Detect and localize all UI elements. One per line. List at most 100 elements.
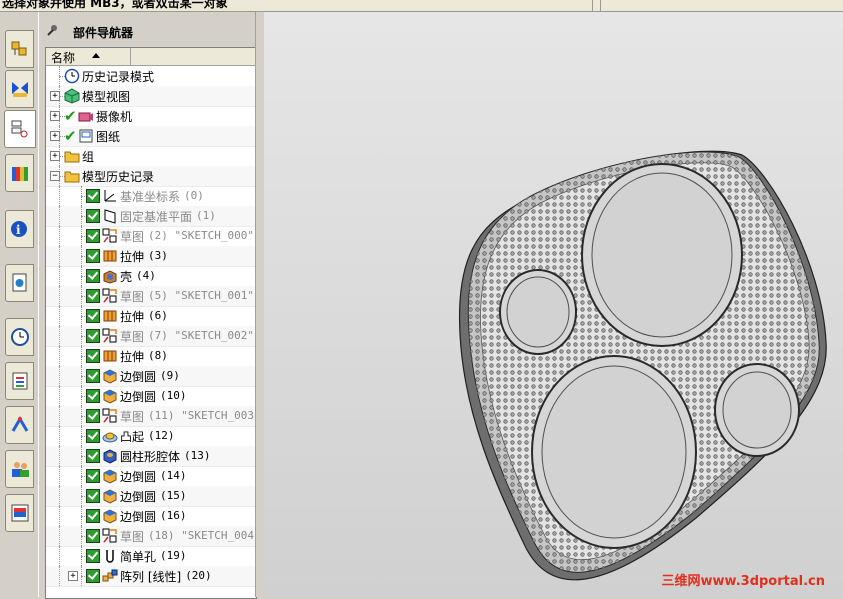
- tree-guide-line: [59, 566, 60, 586]
- suppress-checkbox[interactable]: [86, 329, 100, 343]
- tree-node[interactable]: 拉伸 (8): [46, 346, 256, 367]
- tree-node[interactable]: 凸起 (12): [46, 426, 256, 447]
- graphics-window[interactable]: 三维网www.3dportal.cn: [264, 12, 843, 597]
- part-navigator-tree[interactable]: 名称 历史记录模式 + 模型视图 + ✔ 摄像机 + ✔ 图纸 + 组 − 模型历史记录 基准坐标系 (0)…: [45, 47, 257, 599]
- tree-node[interactable]: − 模型历史记录: [46, 166, 256, 187]
- suppress-checkbox[interactable]: [86, 389, 100, 403]
- tree-node[interactable]: 历史记录模式: [46, 66, 256, 87]
- suppress-checkbox[interactable]: [86, 509, 100, 523]
- tree-node[interactable]: 固定基准平面 (1): [46, 206, 256, 227]
- suppress-checkbox[interactable]: [86, 349, 100, 363]
- roles-motion-tab[interactable]: [5, 406, 34, 444]
- tree-node[interactable]: 边倒圆 (16): [46, 506, 256, 527]
- tree-node-label: 拉伸: [120, 250, 145, 264]
- info-icon: i: [11, 221, 27, 237]
- model-view[interactable]: [264, 12, 843, 597]
- suppress-checkbox[interactable]: [86, 529, 100, 543]
- sketch-icon: [102, 228, 118, 244]
- suppress-checkbox[interactable]: [86, 309, 100, 323]
- tree-node[interactable]: 草图 (5) "SKETCH_001": [46, 286, 256, 307]
- resource-bar: i: [0, 12, 39, 597]
- suppress-checkbox[interactable]: [86, 369, 100, 383]
- tree-node-label: 草图: [120, 530, 145, 544]
- tree-node-number: (1): [196, 209, 216, 222]
- suppress-checkbox[interactable]: [86, 489, 100, 503]
- pattern-icon: [102, 568, 118, 584]
- assembly-navigator-tab[interactable]: [5, 30, 34, 68]
- process-studio-icon: [12, 372, 28, 390]
- suppress-checkbox[interactable]: [86, 449, 100, 463]
- blend-icon: [102, 388, 118, 404]
- tree-node[interactable]: 草图 (18) "SKETCH_004": [46, 526, 256, 547]
- tree-node[interactable]: 草图 (7) "SKETCH_002": [46, 326, 256, 347]
- roles-icon: [12, 462, 29, 477]
- tree-node[interactable]: 边倒圆 (9): [46, 366, 256, 387]
- tree-node[interactable]: 边倒圆 (15): [46, 486, 256, 507]
- name-column-header[interactable]: 名称: [46, 48, 131, 65]
- reuse-library-icon: [12, 167, 28, 181]
- tree-guide-line: [59, 226, 60, 246]
- watermark-prefix: 三维网: [661, 574, 701, 589]
- pin-icon[interactable]: [47, 24, 59, 36]
- part-navigator-icon: [11, 120, 28, 138]
- info-tab[interactable]: i: [5, 210, 34, 248]
- tree-node-label: 拉伸: [120, 350, 145, 364]
- tree-node[interactable]: 拉伸 (3): [46, 246, 256, 267]
- collapse-icon[interactable]: −: [50, 171, 60, 181]
- suppress-checkbox[interactable]: [86, 549, 100, 563]
- tree-node-label: 草图: [120, 410, 145, 424]
- expand-icon[interactable]: +: [50, 131, 60, 141]
- tree-node[interactable]: 草图 (2) "SKETCH_000": [46, 226, 256, 247]
- suppress-checkbox[interactable]: [86, 269, 100, 283]
- sketch-icon: [102, 528, 118, 544]
- suppress-checkbox[interactable]: [86, 289, 100, 303]
- suppress-checkbox[interactable]: [86, 249, 100, 263]
- history-tab[interactable]: [5, 318, 34, 356]
- expand-icon[interactable]: +: [68, 571, 78, 581]
- roles-tab[interactable]: [5, 450, 34, 488]
- suppress-checkbox[interactable]: [86, 429, 100, 443]
- views-icon: [64, 88, 80, 104]
- tree-node[interactable]: 草图 (11) "SKETCH_003": [46, 406, 256, 427]
- tree-node[interactable]: 简单孔 (19): [46, 546, 256, 567]
- tree-node[interactable]: 边倒圆 (10): [46, 386, 256, 407]
- expand-icon[interactable]: +: [50, 91, 60, 101]
- suppress-checkbox[interactable]: [86, 469, 100, 483]
- column-header[interactable]: 名称: [46, 48, 256, 66]
- part-navigator-tab[interactable]: [4, 110, 36, 148]
- web-browser-tab[interactable]: [5, 264, 34, 302]
- tree-node[interactable]: + 组: [46, 146, 256, 167]
- clock-icon: [64, 68, 80, 84]
- tree-node[interactable]: + 阵列 [线性] (20): [46, 566, 256, 587]
- suppress-checkbox[interactable]: [86, 409, 100, 423]
- tree-node[interactable]: 壳 (4): [46, 266, 256, 287]
- check-mark-icon: ✔: [64, 127, 77, 145]
- tree-node[interactable]: + ✔ 摄像机: [46, 106, 256, 127]
- expand-icon[interactable]: +: [50, 151, 60, 161]
- tree-node-label: 阵列 [线性]: [120, 570, 182, 584]
- system-materials-tab[interactable]: [5, 494, 34, 532]
- suppress-checkbox[interactable]: [86, 569, 100, 583]
- suppress-checkbox[interactable]: [86, 229, 100, 243]
- tree-node-label: 组: [82, 150, 95, 164]
- web-browser-icon: [12, 273, 27, 292]
- tree-node-number: (14): [160, 469, 187, 482]
- tree-node[interactable]: + ✔ 图纸: [46, 126, 256, 147]
- system-materials-icon: [11, 504, 29, 522]
- expand-icon[interactable]: +: [50, 111, 60, 121]
- tree-node[interactable]: 基准坐标系 (0): [46, 186, 256, 207]
- suppress-checkbox[interactable]: [86, 209, 100, 223]
- process-studio-tab[interactable]: [5, 362, 34, 400]
- folder-icon: [64, 168, 80, 184]
- tree-node[interactable]: 边倒圆 (14): [46, 466, 256, 487]
- tree-guide-line: [59, 526, 60, 546]
- splitter-bar[interactable]: [255, 12, 264, 597]
- tree-node[interactable]: + 模型视图: [46, 86, 256, 107]
- reuse-library-tab[interactable]: [5, 154, 34, 192]
- drawing-icon: [78, 128, 94, 144]
- status-message: 选择对象并使用 MB3，或者双击某一对象: [2, 0, 228, 10]
- tree-node[interactable]: 圆柱形腔体 (13): [46, 446, 256, 467]
- constraint-navigator-tab[interactable]: [5, 70, 34, 108]
- tree-node[interactable]: 拉伸 (6): [46, 306, 256, 327]
- suppress-checkbox[interactable]: [86, 189, 100, 203]
